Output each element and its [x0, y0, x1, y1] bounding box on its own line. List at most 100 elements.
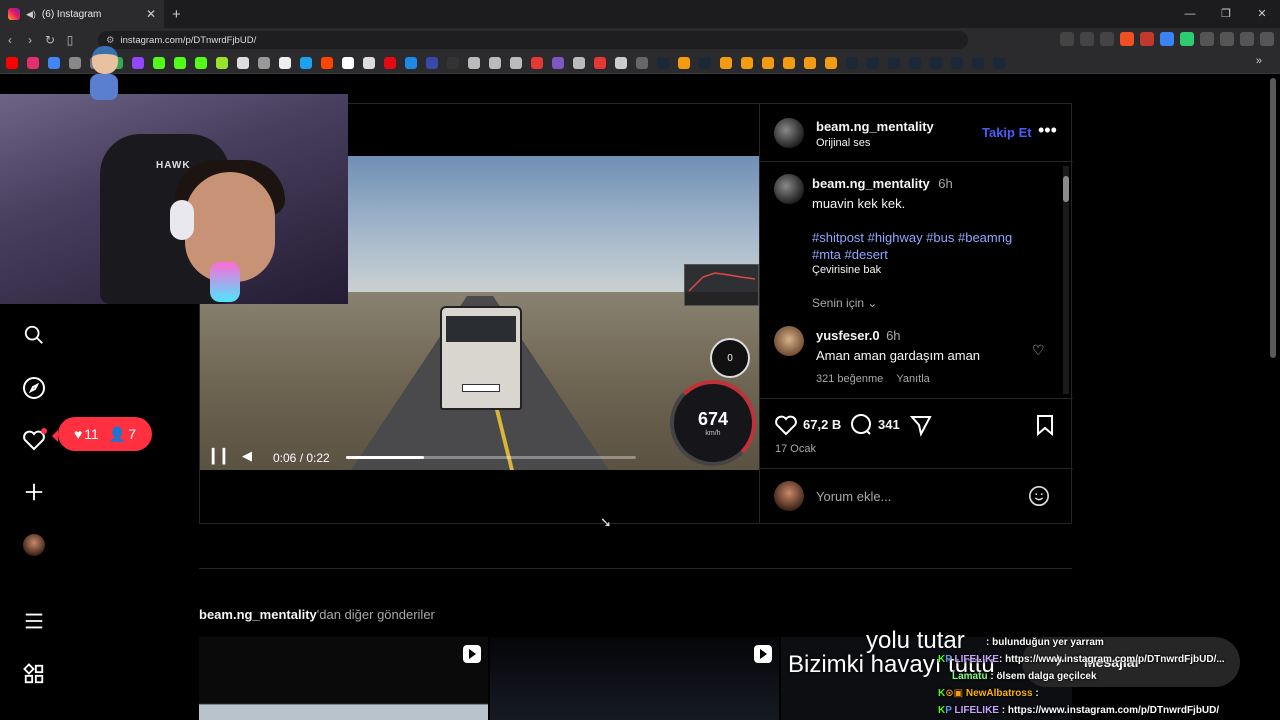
bookmark-generic-icon[interactable]	[300, 56, 312, 69]
bookmark-generic-icon[interactable]	[510, 56, 522, 69]
bookmark-generic-icon[interactable]	[69, 56, 81, 69]
bookmark-generic-icon[interactable]	[615, 56, 627, 69]
bookmark-generic-icon[interactable]	[405, 56, 417, 69]
bookmark-generic-icon[interactable]	[342, 56, 354, 69]
bookmark-generic-icon[interactable]	[426, 56, 438, 69]
emoji-icon[interactable]	[1028, 485, 1050, 512]
site-settings-icon[interactable]: ⚙	[106, 35, 115, 46]
bookmark-reddit-icon[interactable]	[321, 56, 333, 69]
bookmark-generic-icon[interactable]	[762, 56, 774, 69]
menu-icon[interactable]	[1260, 32, 1274, 46]
sidebar-icon[interactable]	[1220, 32, 1234, 46]
audio-label[interactable]: Orijinal ses	[816, 137, 934, 149]
also-from-meta-icon[interactable]	[21, 661, 47, 687]
bookmark-generic-icon[interactable]	[531, 56, 543, 69]
for-you-toggle[interactable]: Senin için ⌄	[812, 296, 1052, 310]
bookmark-steam-icon[interactable]	[909, 56, 921, 69]
maximize-button[interactable]: ❐	[1208, 0, 1244, 28]
bookmark-generic-icon[interactable]	[783, 56, 795, 69]
comment-icon[interactable]	[849, 413, 873, 442]
like-count[interactable]: 67,2 B	[803, 417, 841, 432]
bookmark-amazon-icon[interactable]	[363, 56, 375, 69]
bookmark-generic-icon[interactable]	[447, 56, 459, 69]
bookmark-generic-icon[interactable]	[216, 56, 228, 69]
reply-button[interactable]: Yanıtla	[896, 373, 929, 385]
bookmark-youtube-icon[interactable]	[6, 56, 18, 69]
bookmark-generic-icon[interactable]	[678, 56, 690, 69]
more-posts-user[interactable]: beam.ng_mentality	[199, 607, 317, 622]
more-options-icon[interactable]: •••	[1038, 120, 1057, 141]
back-icon[interactable]: ‹	[0, 33, 20, 47]
minimize-button[interactable]: —	[1172, 0, 1208, 28]
author-username[interactable]: beam.ng_mentality	[816, 119, 934, 134]
bookmark-steam-icon[interactable]	[888, 56, 900, 69]
bookmark-instagram-icon[interactable]	[27, 56, 39, 69]
bookmark-generic-icon[interactable]	[489, 56, 501, 69]
post-thumbnail[interactable]	[199, 637, 488, 720]
bookmark-kick-icon[interactable]	[153, 56, 165, 69]
bookmark-steam-icon[interactable]	[951, 56, 963, 69]
cast-icon[interactable]	[1080, 32, 1094, 46]
see-translation-link[interactable]: Çevirisine bak	[812, 264, 1052, 276]
page-scrollbar[interactable]	[1270, 78, 1276, 358]
tab-close-icon[interactable]: ✕	[146, 7, 156, 21]
bookmark-generic-icon[interactable]	[825, 56, 837, 69]
share-icon[interactable]	[1100, 32, 1114, 46]
comment-count[interactable]: 341	[878, 417, 900, 432]
bookmark-kick-icon[interactable]	[174, 56, 186, 69]
video-progress-bar[interactable]	[346, 456, 636, 459]
bookmark-generic-icon[interactable]	[258, 56, 270, 69]
hashtags-line-1[interactable]: #shitpost #highway #bus #beamng	[812, 230, 1052, 245]
browser-tab-instagram[interactable]: ◀) (6) Instagram ✕	[0, 0, 164, 28]
explore-compass-icon[interactable]	[21, 375, 47, 401]
create-plus-icon[interactable]	[21, 479, 47, 505]
post-thumbnail[interactable]	[490, 637, 779, 720]
bookmark-kick-icon[interactable]	[195, 56, 207, 69]
bookmark-x-icon[interactable]	[279, 56, 291, 69]
hashtags-line-2[interactable]: #mta #desert	[812, 247, 1052, 262]
bookmark-steam-icon[interactable]	[930, 56, 942, 69]
bookmark-generic-icon[interactable]	[237, 56, 249, 69]
forward-icon[interactable]: ›	[20, 33, 40, 47]
pause-icon[interactable]: ▎▎	[212, 448, 234, 465]
like-icon[interactable]	[774, 413, 798, 442]
comment-like-icon[interactable]: ♡	[1032, 342, 1045, 359]
zoom-icon[interactable]	[1060, 32, 1074, 46]
bookmark-generic-icon[interactable]	[48, 56, 60, 69]
speaker-icon[interactable]: ◀)	[26, 9, 36, 20]
bookmark-steam-icon[interactable]	[699, 56, 711, 69]
bookmark-generic-icon[interactable]	[804, 56, 816, 69]
extension-red-icon[interactable]	[1140, 32, 1154, 46]
bookmarks-overflow-icon[interactable]: »	[1256, 55, 1262, 67]
save-bookmark-icon[interactable]	[1034, 413, 1056, 442]
follow-button[interactable]: Takip Et	[982, 125, 1032, 140]
bookmark-steam-icon[interactable]	[972, 56, 984, 69]
extension-green-icon[interactable]	[1180, 32, 1194, 46]
comments-scrollbar[interactable]	[1063, 166, 1069, 394]
bookmark-generic-icon[interactable]	[552, 56, 564, 69]
volume-icon[interactable]: ◀	[242, 448, 252, 464]
caption-username[interactable]: beam.ng_mentality	[812, 176, 930, 191]
extensions-puzzle-icon[interactable]	[1200, 32, 1214, 46]
extension-blue-icon[interactable]	[1160, 32, 1174, 46]
comment-likes[interactable]: 321 beğenme	[816, 373, 883, 385]
commenter-avatar[interactable]	[774, 326, 804, 356]
share-icon[interactable]	[909, 413, 933, 442]
search-icon[interactable]	[21, 322, 47, 348]
more-menu-icon[interactable]	[21, 608, 47, 634]
media-icon[interactable]	[1240, 32, 1254, 46]
author-avatar[interactable]	[774, 118, 804, 148]
brave-shield-icon[interactable]	[1120, 32, 1134, 46]
comment-input[interactable]: Yorum ekle...	[816, 489, 891, 504]
bookmark-icon[interactable]: ▯	[60, 33, 80, 47]
bookmark-netflix-icon[interactable]	[384, 56, 396, 69]
caption-avatar[interactable]	[774, 174, 804, 204]
commenter-username[interactable]: yusfeser.0	[816, 328, 880, 343]
close-window-button[interactable]: ✕	[1244, 0, 1280, 28]
bookmark-generic-icon[interactable]	[720, 56, 732, 69]
bookmark-generic-icon[interactable]	[573, 56, 585, 69]
bookmark-steam-icon[interactable]	[867, 56, 879, 69]
notification-bubble[interactable]: ♥ 11 👤 7	[52, 417, 152, 451]
bookmark-steam-icon[interactable]	[993, 56, 1005, 69]
bookmark-generic-icon[interactable]	[594, 56, 606, 69]
